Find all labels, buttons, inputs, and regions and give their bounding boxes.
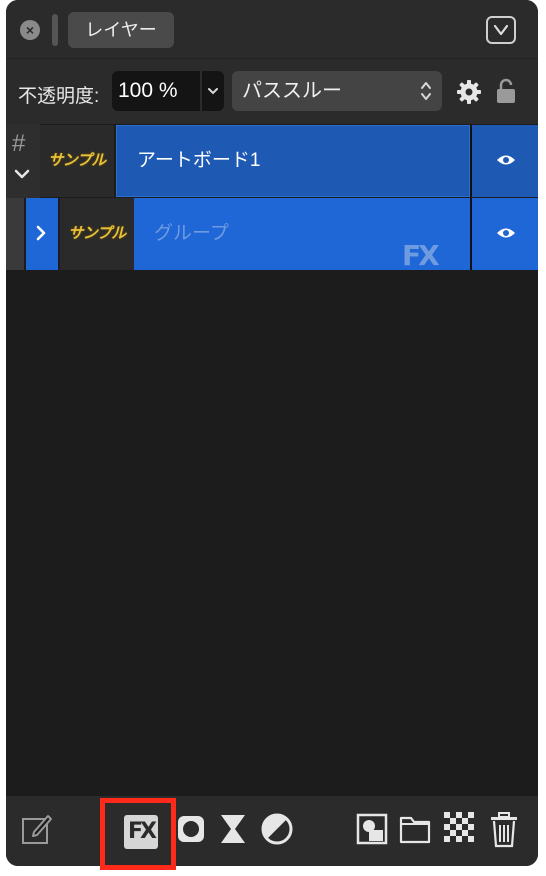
eye-icon [497,228,515,238]
visibility-toggle[interactable] [470,198,538,270]
checkerboard-icon[interactable] [444,812,474,842]
chevron-right-icon [36,225,46,241]
updown-chevron-icon [421,82,431,100]
chevron-down-icon[interactable] [486,16,516,44]
edit-icon[interactable] [20,812,54,846]
adjustment-icon[interactable] [218,812,248,846]
gear-icon[interactable] [456,79,482,105]
close-icon[interactable]: × [20,20,40,40]
tab-layers[interactable]: レイヤー [68,12,174,48]
fx-badge-icon[interactable]: FX [402,220,440,292]
opacity-dropdown-button[interactable] [202,71,224,111]
drag-handle[interactable] [52,14,58,46]
layer-thumbnail: サンプル [40,125,114,197]
eye-icon [497,155,515,165]
layer-name[interactable]: アートボード1 [116,125,470,197]
lock-icon[interactable] [496,77,516,105]
artboard-gutter: # [6,124,40,198]
layer-indent [6,198,24,270]
panel-titlebar: × レイヤー [6,0,538,58]
image-layer-icon[interactable] [356,812,388,846]
blend-mode-select[interactable]: パススルー [232,71,442,111]
mask-icon[interactable] [176,812,206,846]
layer-row-group[interactable]: サンプル グループ FX [6,198,538,272]
artboard-icon: # [12,130,26,157]
expand-toggle[interactable] [26,198,58,270]
layers-toolbar: FX [6,796,538,866]
opacity-label: 不透明度: [18,86,100,107]
layer-thumbnail: サンプル [60,198,134,270]
blend-mode-value: パススルー [242,80,342,102]
layer-name: グループ [154,223,229,244]
folder-icon[interactable] [398,812,432,846]
visibility-toggle[interactable] [470,125,538,197]
fx-highlight-annotation [100,798,176,870]
chevron-down-icon[interactable] [14,168,30,180]
layer-row-artboard[interactable]: # サンプル アートボード1 [6,124,538,198]
layer-options-bar: 不透明度: 100 % パススルー [6,58,538,125]
trash-icon[interactable] [490,812,518,848]
layer-name-field[interactable]: グループ FX [134,198,470,272]
layers-panel: × レイヤー 不透明度: 100 % パススルー # サンプル アートボード1 … [6,0,538,866]
layer-list: # サンプル アートボード1 サンプル グループ FX [6,124,538,796]
half-circle-icon[interactable] [260,812,294,846]
opacity-input[interactable]: 100 % [112,71,200,111]
